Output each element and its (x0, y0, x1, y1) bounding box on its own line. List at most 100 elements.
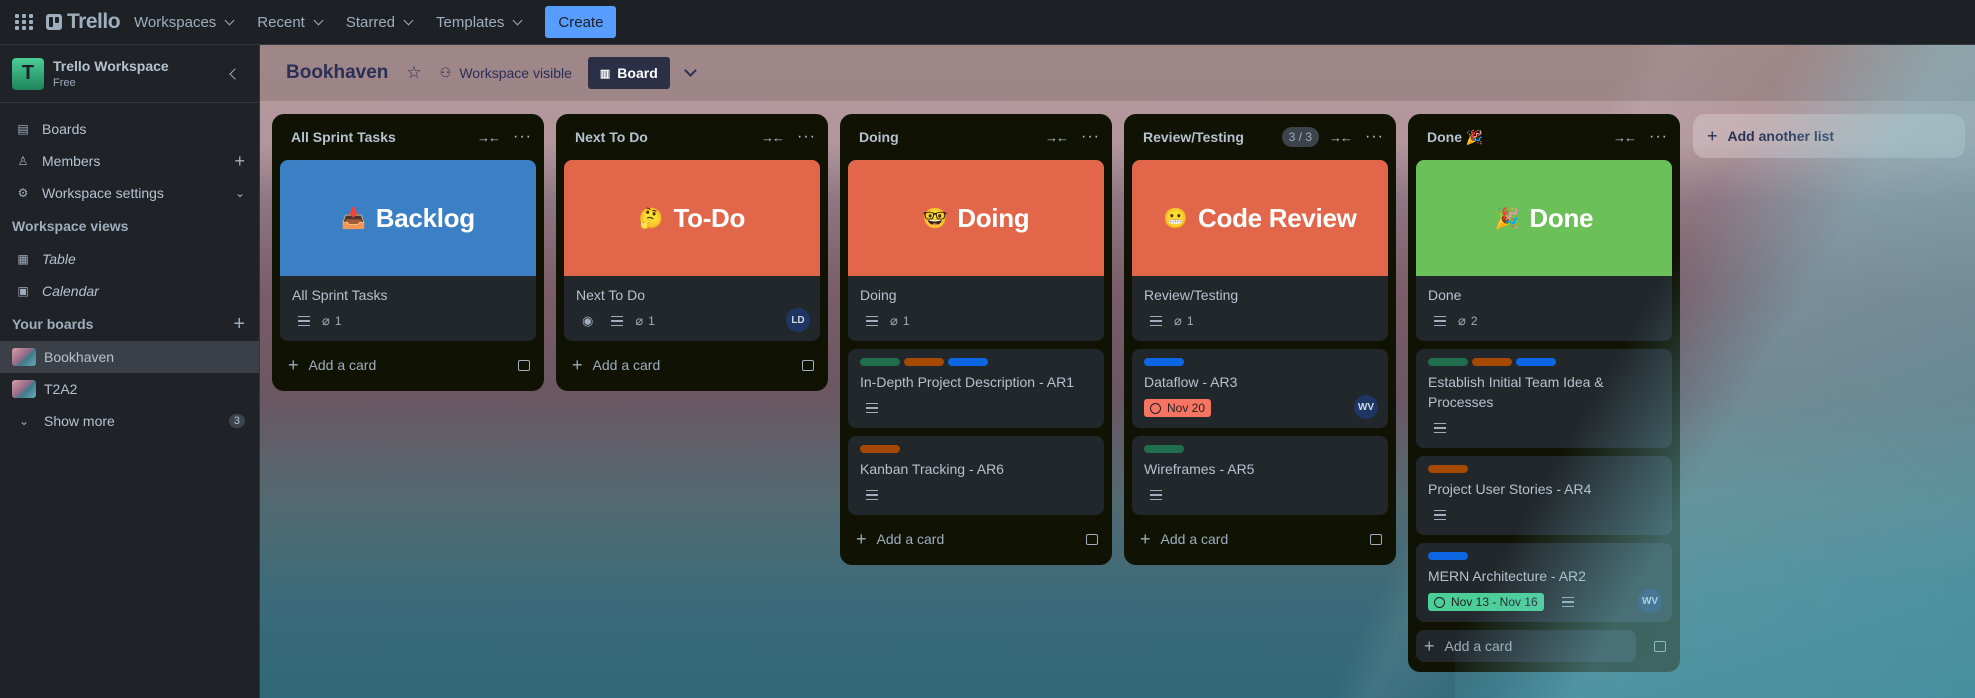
card[interactable]: 😬 Code Review Review/Testing ⌀ 1 (1132, 160, 1388, 341)
collapse-list-icon[interactable]: →← (1329, 130, 1353, 145)
list-title[interactable]: Next To Do (575, 129, 648, 145)
visibility-button[interactable]: ⚇ Workspace visible (440, 65, 572, 81)
more-icon[interactable]: ··· (513, 128, 532, 146)
chevron-down-icon[interactable]: ⌄ (235, 186, 245, 200)
sidebar-board-bookhaven[interactable]: Bookhaven (0, 341, 259, 373)
card-title: Wireframes - AR5 (1144, 461, 1255, 477)
plus-icon: + (288, 355, 299, 375)
list-header[interactable]: Doing →← ··· (840, 114, 1112, 160)
card[interactable]: 🎉 Done Done ⌀ 2 (1416, 160, 1672, 341)
logo-text: Trello (67, 10, 121, 33)
card-template-icon[interactable] (518, 359, 530, 371)
list-title[interactable]: Doing (859, 129, 899, 145)
add-card-button[interactable]: + Add a card (1132, 523, 1388, 555)
card-title: All Sprint Tasks (292, 287, 388, 303)
card-template-icon[interactable] (802, 359, 814, 371)
collapse-list-icon[interactable]: →← (761, 130, 785, 145)
card[interactable]: 📥 Backlog All Sprint Tasks ⌀ 1 (280, 160, 536, 341)
top-navigation-bar: Trello Workspaces Recent Starred Templat… (0, 0, 1975, 45)
nav-templates-button[interactable]: Templates (426, 6, 531, 38)
more-icon[interactable]: ··· (1649, 128, 1668, 146)
sidebar-item-label: Workspace settings (42, 185, 164, 201)
sidebar-board-t2a2[interactable]: T2A2 (0, 373, 259, 405)
workspace-avatar[interactable]: T (12, 57, 44, 90)
workspace-name[interactable]: Trello Workspace (53, 58, 169, 74)
add-member-icon[interactable]: + (234, 151, 245, 172)
add-card-button[interactable]: + Add a card (1416, 630, 1666, 662)
label-orange[interactable] (860, 445, 900, 453)
card[interactable]: Dataflow - AR3 Nov 20 WV (1132, 349, 1388, 428)
label-green[interactable] (1428, 358, 1468, 366)
label-blue[interactable] (948, 358, 988, 366)
cover-emoji: 📥 (341, 207, 366, 230)
add-card-label: Add a card (1160, 531, 1229, 547)
collapse-list-icon[interactable]: →← (1045, 130, 1069, 145)
card[interactable]: 🤓 Doing Doing ⌀ 1 (848, 160, 1104, 341)
label-blue[interactable] (1144, 358, 1184, 366)
collapse-list-icon[interactable]: →← (477, 130, 501, 145)
add-board-icon[interactable]: + (233, 313, 245, 336)
list-header[interactable]: Done 🎉 →← ··· (1408, 114, 1680, 160)
add-card-button[interactable]: + Add a card (280, 349, 536, 381)
card-template-icon[interactable] (1654, 640, 1666, 652)
nav-workspaces-button[interactable]: Workspaces (124, 6, 243, 38)
list-title[interactable]: All Sprint Tasks (291, 129, 396, 145)
label-blue[interactable] (1428, 552, 1468, 560)
member-avatar[interactable]: WV (1638, 589, 1662, 613)
apps-grid-icon[interactable] (12, 10, 36, 34)
cover-text: Code Review (1198, 202, 1357, 233)
card[interactable]: Establish Initial Team Idea & Processes (1416, 349, 1672, 448)
list-header[interactable]: Review/Testing 3 / 3 →← ··· (1124, 114, 1396, 160)
sidebar-item-boards[interactable]: ▤ Boards (0, 113, 259, 145)
board-title[interactable]: Bookhaven (286, 62, 388, 84)
due-date-badge[interactable]: Nov 20 (1144, 399, 1212, 417)
add-card-button[interactable]: + Add a card (564, 349, 820, 381)
member-avatar[interactable]: LD (786, 308, 810, 332)
nav-starred-button[interactable]: Starred (336, 6, 422, 38)
label-green[interactable] (1144, 445, 1184, 453)
list-title[interactable]: Done 🎉 (1427, 129, 1483, 146)
label-blue[interactable] (1516, 358, 1556, 366)
add-another-list-button[interactable]: + Add another list (1693, 114, 1965, 158)
card[interactable]: In-Depth Project Description - AR1 (848, 349, 1104, 428)
card[interactable]: Project User Stories - AR4 (1416, 456, 1672, 535)
collapse-list-icon[interactable]: →← (1613, 130, 1637, 145)
card[interactable]: MERN Architecture - AR2 Nov 13 - Nov 16 … (1416, 543, 1672, 622)
more-icon[interactable]: ··· (1365, 128, 1384, 146)
workspace-plan: Free (53, 77, 76, 89)
collapse-sidebar-icon[interactable] (229, 67, 241, 80)
card-title: Project User Stories - AR4 (1428, 481, 1592, 497)
sidebar-item-calendar[interactable]: ▣ Calendar (0, 275, 259, 307)
star-icon[interactable]: ☆ (406, 63, 421, 83)
chevron-down-icon[interactable] (683, 64, 697, 77)
label-orange[interactable] (904, 358, 944, 366)
label-orange[interactable] (1428, 465, 1468, 473)
member-avatar[interactable]: WV (1354, 395, 1378, 419)
card[interactable]: Kanban Tracking - AR6 (848, 436, 1104, 515)
label-green[interactable] (860, 358, 900, 366)
list-header[interactable]: Next To Do →← ··· (556, 114, 828, 160)
card-template-icon[interactable] (1370, 533, 1382, 545)
list-title[interactable]: Review/Testing (1143, 129, 1244, 145)
visibility-label: Workspace visible (459, 65, 572, 81)
sidebar-item-workspace-settings[interactable]: ⚙ Workspace settings ⌄ (0, 177, 259, 209)
nav-recent-button[interactable]: Recent (247, 6, 332, 38)
show-more-boards[interactable]: ⌄ Show more 3 (0, 405, 259, 437)
label-orange[interactable] (1472, 358, 1512, 366)
sidebar-item-members[interactable]: ♙ Members + (0, 145, 259, 177)
sidebar-item-table[interactable]: ▦ Table (0, 243, 259, 275)
dates-badge[interactable]: Nov 13 - Nov 16 (1428, 593, 1544, 611)
more-icon[interactable]: ··· (797, 128, 816, 146)
more-icon[interactable]: ··· (1081, 128, 1100, 146)
trello-logo[interactable]: Trello (46, 10, 121, 34)
card-template-icon[interactable] (1086, 533, 1098, 545)
card-title: Establish Initial Team Idea & Processes (1428, 374, 1604, 410)
list-header[interactable]: All Sprint Tasks →← ··· (272, 114, 544, 160)
card[interactable]: 🤔 To-Do Next To Do ◉ ⌀ 1 LD (564, 160, 820, 341)
card-cover: 📥 Backlog (280, 160, 536, 276)
card[interactable]: Wireframes - AR5 (1132, 436, 1388, 515)
description-icon (611, 316, 624, 326)
board-view-button[interactable]: ▥ Board (587, 57, 670, 89)
create-button[interactable]: Create (545, 6, 617, 38)
add-card-button[interactable]: + Add a card (848, 523, 1104, 555)
